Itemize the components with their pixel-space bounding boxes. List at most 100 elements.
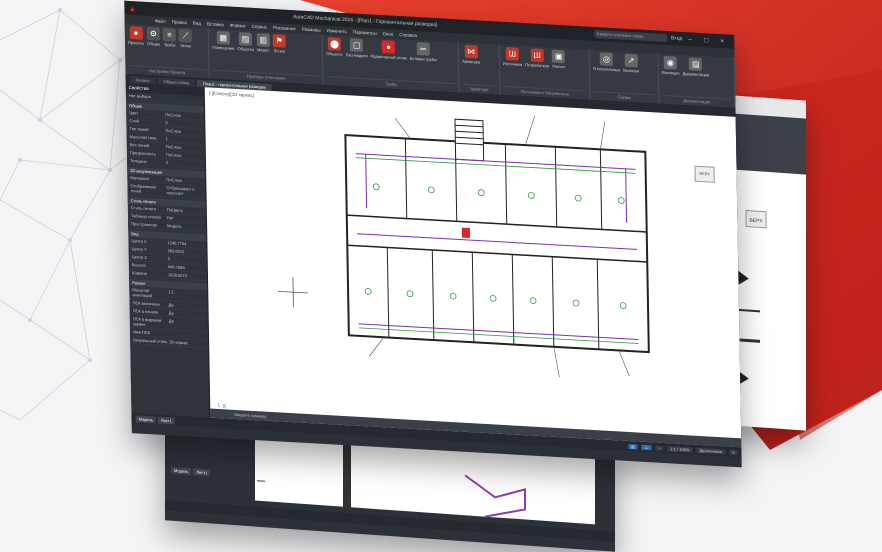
property-value[interactable]: Да [169,318,205,330]
ribbon-group-pipes: ⬤ Объектн. ▢ Без модуля ● Радиаторный стояк… [323,34,460,93]
workspace: Свойства Нет выбора Общие Цвет ПоСлою Слой 0… [125,82,742,448]
property-value[interactable]: Нет [167,215,203,222]
menu-item[interactable]: Справка [399,32,417,38]
property-value[interactable]: ПоЦвету [167,207,203,214]
menu-item[interactable]: Окно [383,31,394,37]
property-value[interactable] [169,331,205,338]
layout-tab[interactable]: Лист1 [157,416,175,425]
catalog-icon: ⚑ [272,33,286,48]
ribbon-group-project: ● Проекты ⚙ Общие ≡ Трубы ⟋ Уклон Настройки … [124,23,210,79]
property-value[interactable]: 0 [166,160,202,167]
menu-item[interactable]: Сервис [252,24,268,30]
minimize-icon[interactable]: – [682,35,698,43]
insulation-icon: ◉ [663,55,677,70]
property-name: Отображение теней [130,183,156,194]
menu-item[interactable]: Изменить [326,28,346,34]
pipe-object-icon: ⬤ [328,37,342,51]
properties-sections: Общие Цвет ПоСлою Слой 0 Тип линий ПоСлою Масшт… [126,101,209,349]
menu-item[interactable]: Файл [155,18,166,24]
menu-item[interactable]: Размеры [302,27,321,33]
ortho-toggle-icon[interactable]: ⊥ [641,444,652,450]
radiator-icon: ● [381,40,396,54]
valve-icon: ⋈ [464,44,478,59]
property-value[interactable]: Отбрасывает и получает [166,185,202,197]
property-name: ПСК включена [132,300,160,307]
no-module-button[interactable]: ▢ Без модуля [346,38,368,58]
property-value[interactable]: 1:1 [168,289,204,301]
property-value[interactable]: Да [168,302,204,309]
model-tab[interactable]: Модель [135,414,156,424]
menu-item[interactable]: Рисование [273,25,296,31]
pipes-button[interactable]: ≡ Трубы [162,27,177,48]
slope-button[interactable]: ⟋ Уклон [178,28,193,49]
no-module-icon: ▢ [350,38,364,53]
property-value[interactable]: ПоСлою [165,128,201,135]
property-name: Масштаб аннотаций [132,287,153,299]
scale-indicator[interactable]: 1:1 / 100% [667,445,693,453]
property-name: Материал [130,175,149,182]
drawing-area[interactable]: [-][Сверху][2D-каркас] ВЕРХ └ X Введите … [204,87,742,448]
floors-button[interactable]: ▥ Межэт. [256,33,270,53]
property-name: Стиль печати [130,205,156,212]
objects-button[interactable]: ▤ Объекты [237,32,254,52]
back-navcube-label: ВЕРХ [749,218,763,225]
menu-item[interactable]: Параметры [353,29,377,35]
maximize-icon[interactable]: □ [698,36,714,44]
property-value[interactable]: 0 [165,120,201,127]
search-input[interactable]: Введите ключевое слово [593,29,668,43]
property-name: Пространство [131,221,158,228]
fittings-button[interactable]: ⋈ Арматура [462,44,480,65]
property-value[interactable]: 946.7869 [168,264,204,271]
document-icon: ▤ [689,57,703,72]
heating-button[interactable]: ◎ Отопительные [593,52,620,72]
menu-icon[interactable]: ≡ [729,449,738,455]
menu-item[interactable]: Вид [193,21,201,26]
close-icon[interactable]: × [714,37,730,45]
menu-item[interactable]: Вставка [207,21,224,27]
leaders-button[interactable]: ↗ Выноски [623,53,639,74]
property-value[interactable]: ПоСлою [166,177,202,184]
property-value[interactable]: 1 [166,136,202,143]
property-value[interactable]: Модель [167,223,203,230]
projects-button[interactable]: ● Проекты [128,25,144,46]
property-value[interactable]: 383.8012 [168,248,204,255]
polar-toggle-icon[interactable]: ◔ [654,444,664,451]
property-value[interactable]: ПоСлою [166,152,202,159]
property-value[interactable]: 1628.6073 [168,272,204,279]
property-value[interactable]: ПоСлою [165,112,201,119]
consumers-button[interactable]: Ш Потребители [525,48,549,68]
insert-pipe-button[interactable]: ═ Вставка трубы [409,42,437,62]
common-button[interactable]: ⚙ Общие [146,26,161,47]
bottom-model-tab[interactable]: Модель [171,466,192,476]
sign-in-link[interactable]: Вход [671,35,682,42]
app-logo-icon[interactable]: ▲ [128,3,136,12]
catalog-button[interactable]: ⚑ Эл.кат [272,33,286,54]
property-value[interactable]: ПоСлою [166,144,202,151]
bottom-layout-tab[interactable]: Лист1 [193,468,211,477]
object-pipe-button[interactable]: ⬤ Объектн. [326,37,343,57]
settings-icon: ⚙ [146,26,161,41]
property-value[interactable]: Да [169,310,205,317]
units-indicator[interactable]: Десятичные [696,447,726,454]
radiator-riser-button[interactable]: ● Радиаторный стояк [370,39,407,61]
property-name: Масштаб типа [129,134,157,141]
property-value[interactable]: 2D-каркас [169,339,205,346]
documentation-button[interactable]: ▤ Документация [682,57,709,77]
menu-item[interactable]: Правка [172,19,187,25]
property-name: Центр Y [131,246,147,252]
snap-toggle-icon[interactable]: ⊞ [628,443,638,449]
view-cube-top[interactable]: ВЕРХ [694,165,715,183]
projects-icon: ● [129,25,143,40]
menu-item[interactable]: Формат [230,23,246,29]
properties-palette: Свойства Нет выбора Общие Цвет ПоСлою Слой 0… [125,82,211,418]
property-name: Слой [129,117,140,124]
property-value[interactable]: 0 [168,256,204,263]
rooms-button[interactable]: ▦ Помещения [212,30,234,51]
property-name: Высота [131,262,146,268]
view-cube[interactable]: ВЕРХ [683,154,724,196]
property-name: Толщина [130,158,147,164]
insulation-button[interactable]: ◉ Изоляция [661,55,680,76]
calculation-button[interactable]: ▣ Расчет [552,49,566,70]
sources-button[interactable]: Ш Источники [503,47,522,67]
property-value[interactable]: 1240.7754 [167,240,203,247]
